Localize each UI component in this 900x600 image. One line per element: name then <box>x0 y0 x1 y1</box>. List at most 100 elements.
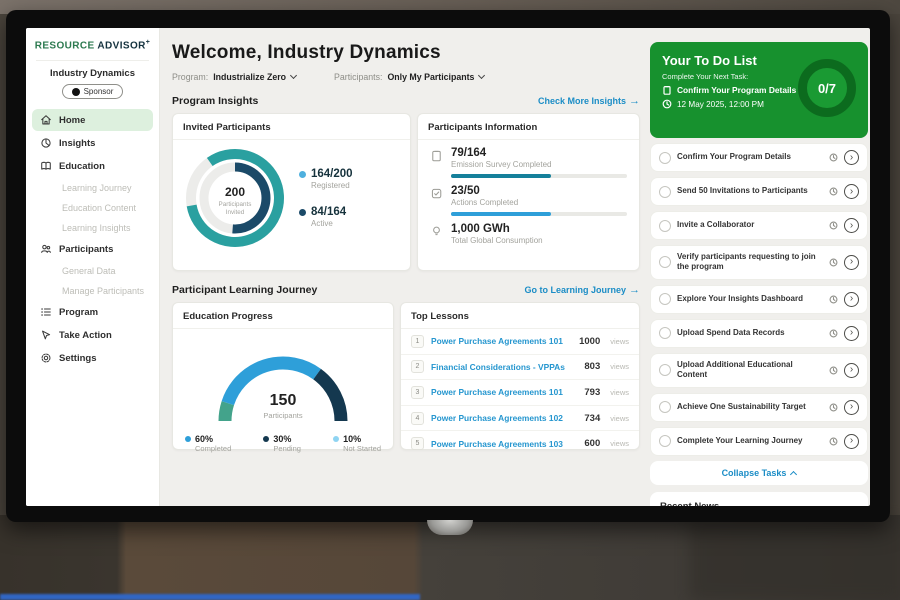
arrow-right-icon: → <box>629 284 640 296</box>
lesson-views-suffix: views <box>610 414 629 423</box>
task-chevron-button[interactable]: › <box>844 218 859 233</box>
lesson-link[interactable]: Financial Considerations - VPPAs <box>431 362 577 372</box>
clock-icon <box>829 403 838 412</box>
task-chevron-button[interactable]: › <box>844 292 859 307</box>
sidebar-item-program[interactable]: Program <box>32 301 153 323</box>
program-filter-value: Industrialize Zero <box>213 72 286 82</box>
task-checkbox[interactable] <box>659 256 671 268</box>
lesson-link[interactable]: Power Purchase Agreements 103 <box>431 439 577 449</box>
sidebar-item-education[interactable]: Education <box>32 155 153 177</box>
todo-task-row[interactable]: Achieve One Sustainability Target › <box>650 393 868 422</box>
task-checkbox[interactable] <box>659 220 671 232</box>
background-blue-strip <box>0 594 420 600</box>
sidebar-item-education-content[interactable]: Education Content <box>32 198 153 217</box>
lesson-link[interactable]: Power Purchase Agreements 101 <box>431 336 572 346</box>
todo-due-date: 12 May 2025, 12:00 PM <box>677 100 764 109</box>
task-checkbox[interactable] <box>659 293 671 305</box>
lesson-link[interactable]: Power Purchase Agreements 102 <box>431 413 577 423</box>
task-label: Confirm Your Program Details <box>677 152 823 162</box>
clock-icon <box>829 329 838 338</box>
sidebar-nav: Home Insights Education Learning Journey… <box>26 109 159 369</box>
participants-filter-value: Only My Participants <box>387 72 474 82</box>
logo-resource: RESOURCE <box>35 40 95 51</box>
task-chevron-button[interactable]: › <box>844 150 859 165</box>
lesson-rank: 1 <box>411 335 424 348</box>
todo-task-row[interactable]: Invite a Collaborator › <box>650 211 868 240</box>
sidebar-item-participants[interactable]: Participants <box>32 238 153 260</box>
chevron-down-icon <box>290 72 297 79</box>
progress-bar-track <box>451 212 627 216</box>
lesson-link[interactable]: Power Purchase Agreements 101 <box>431 387 577 397</box>
stat-label: Actions Completed <box>451 198 627 207</box>
task-checkbox[interactable] <box>659 152 671 164</box>
check-more-insights-link[interactable]: Check More Insights→ <box>538 95 640 107</box>
top-lessons-card: Top Lessons 1 Power Purchase Agreements … <box>400 302 640 450</box>
task-checkbox[interactable] <box>659 364 671 376</box>
sidebar-item-settings[interactable]: Settings <box>32 347 153 369</box>
lesson-row[interactable]: 2 Financial Considerations - VPPAs 803 v… <box>401 355 639 381</box>
legend-label: Registered <box>311 181 353 190</box>
lesson-row[interactable]: 5 Power Purchase Agreements 103 600 view… <box>401 431 639 456</box>
clock-icon <box>829 258 838 267</box>
collapse-tasks-link[interactable]: Collapse Tasks <box>650 461 868 485</box>
task-checkbox[interactable] <box>659 186 671 198</box>
program-dropdown[interactable]: Program: Industrialize Zero <box>172 72 296 82</box>
todo-task-row[interactable]: Confirm Your Program Details › <box>650 143 868 172</box>
sidebar-item-insights[interactable]: Insights <box>32 132 153 154</box>
sidebar-item-manage-participants[interactable]: Manage Participants <box>32 281 153 300</box>
todo-task-row[interactable]: Upload Additional Educational Content › <box>650 353 868 388</box>
lesson-rank: 5 <box>411 437 424 450</box>
task-checkbox[interactable] <box>659 327 671 339</box>
go-to-learning-journey-link[interactable]: Go to Learning Journey→ <box>524 284 640 296</box>
participants-dropdown[interactable]: Participants: Only My Participants <box>334 72 484 82</box>
sponsor-label: Sponsor <box>84 87 114 96</box>
task-checkbox[interactable] <box>659 401 671 413</box>
task-chevron-button[interactable]: › <box>844 255 859 270</box>
lesson-row[interactable]: 1 Power Purchase Agreements 101 1000 vie… <box>401 329 639 355</box>
sidebar-item-label: Home <box>59 115 85 126</box>
education-icon <box>40 160 52 172</box>
clipboard-icon <box>430 149 443 162</box>
sidebar: RESOURCE ADVISOR+ Industry Dynamics Spon… <box>26 28 160 506</box>
task-chevron-button[interactable]: › <box>844 363 859 378</box>
lesson-rank: 4 <box>411 412 424 425</box>
lesson-views-suffix: views <box>610 388 629 397</box>
lesson-views: 803 <box>584 361 600 372</box>
clock-icon <box>829 153 838 162</box>
todo-task-row[interactable]: Upload Spend Data Records › <box>650 319 868 348</box>
sidebar-item-take-action[interactable]: Take Action <box>32 324 153 346</box>
stat-emission-survey: 79/164 Emission Survey Completed <box>418 140 639 178</box>
education-progress-gauge-chart: 150 Participants <box>193 331 373 427</box>
todo-counter: 0/7 <box>818 81 836 96</box>
legend-label: Not Started <box>343 444 381 453</box>
task-chevron-button[interactable]: › <box>844 434 859 449</box>
task-chevron-button[interactable]: › <box>844 326 859 341</box>
learning-journey-title: Participant Learning Journey <box>172 284 317 296</box>
chevron-right-icon: › <box>850 186 853 197</box>
task-checkbox[interactable] <box>659 435 671 447</box>
app-logo: RESOURCE ADVISOR+ <box>26 28 159 51</box>
sidebar-item-learning-insights[interactable]: Learning Insights <box>32 218 153 237</box>
legend-label: Pending <box>273 444 301 453</box>
lesson-row[interactable]: 3 Power Purchase Agreements 101 793 view… <box>401 380 639 406</box>
legend-dot-icon <box>263 436 269 442</box>
clock-icon <box>662 99 672 109</box>
donut-legend: 164/200 Registered 84/164 Active <box>299 168 353 228</box>
task-chevron-button[interactable]: › <box>844 184 859 199</box>
stat-label: Total Global Consumption <box>451 236 543 245</box>
todo-task-row[interactable]: Explore Your Insights Dashboard › <box>650 285 868 314</box>
sidebar-item-learning-journey[interactable]: Learning Journey <box>32 178 153 197</box>
lesson-views: 793 <box>584 387 600 398</box>
task-label: Invite a Collaborator <box>677 220 823 230</box>
clipboard-icon <box>662 85 672 95</box>
todo-task-row[interactable]: Verify participants requesting to join t… <box>650 245 868 280</box>
task-label: Verify participants requesting to join t… <box>677 252 823 273</box>
todo-task-row[interactable]: Complete Your Learning Journey › <box>650 427 868 456</box>
lesson-row[interactable]: 4 Power Purchase Agreements 102 734 view… <box>401 406 639 432</box>
task-chevron-button[interactable]: › <box>844 400 859 415</box>
sidebar-item-general-data[interactable]: General Data <box>32 261 153 280</box>
clock-icon <box>829 187 838 196</box>
gauge-legend: 60% Completed 30% Pending 10% Not Starte… <box>173 432 393 453</box>
sidebar-item-home[interactable]: Home <box>32 109 153 131</box>
todo-task-row[interactable]: Send 50 Invitations to Participants › <box>650 177 868 206</box>
